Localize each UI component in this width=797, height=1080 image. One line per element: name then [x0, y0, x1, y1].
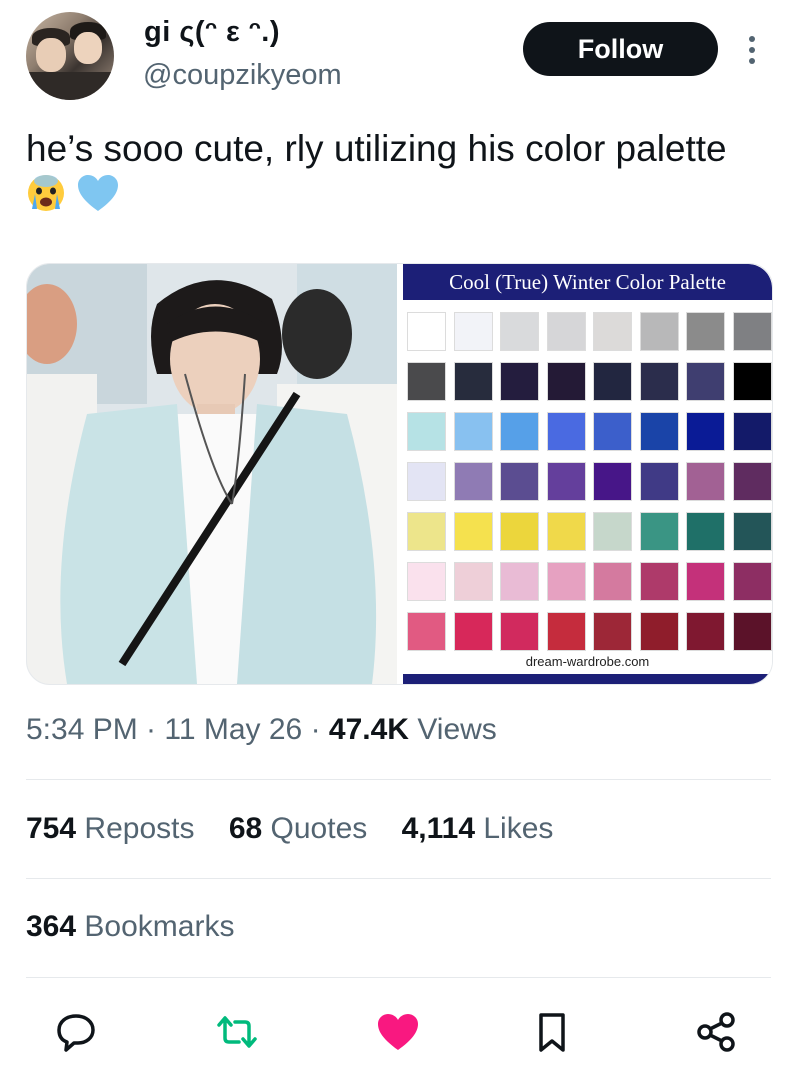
color-swatch	[453, 562, 493, 601]
palette-bottom-bar	[403, 674, 772, 684]
color-swatch	[407, 362, 446, 401]
color-swatch	[500, 612, 539, 651]
media-image[interactable]: Cool (True) Winter Color Palette dream-w…	[26, 263, 773, 685]
color-swatch	[732, 312, 772, 351]
share-icon[interactable]	[694, 1010, 738, 1054]
color-swatch	[593, 312, 632, 351]
engagement-stats: 754 Reposts 68 Quotes 4,114 Likes	[26, 812, 579, 846]
color-swatch	[732, 612, 772, 651]
more-options-icon[interactable]	[740, 32, 764, 68]
color-swatch	[546, 362, 586, 401]
color-swatch	[686, 562, 725, 601]
color-swatch	[546, 512, 586, 551]
color-swatch	[500, 462, 539, 501]
palette-title: Cool (True) Winter Color Palette	[403, 264, 772, 300]
color-swatch	[686, 462, 725, 501]
color-swatch	[686, 412, 725, 451]
color-swatch	[407, 312, 446, 351]
color-swatch	[546, 562, 586, 601]
color-swatch	[500, 312, 539, 351]
views-count: 47.4K	[328, 713, 409, 746]
color-swatch	[453, 462, 493, 501]
color-swatch	[593, 362, 632, 401]
color-swatch	[546, 412, 586, 451]
reply-icon[interactable]	[54, 1010, 98, 1054]
color-swatch	[732, 412, 772, 451]
color-swatch	[453, 612, 493, 651]
color-swatch	[639, 612, 679, 651]
color-swatch	[593, 462, 632, 501]
tweet-body: he’s sooo cute, rly utilizing his color …	[26, 128, 727, 169]
blue-heart-emoji	[76, 173, 120, 224]
divider	[26, 977, 771, 978]
color-swatch	[593, 412, 632, 451]
color-swatch	[407, 512, 446, 551]
avatar[interactable]	[26, 12, 114, 100]
color-swatch	[500, 512, 539, 551]
views-label: Views	[417, 713, 497, 746]
color-swatch	[732, 562, 772, 601]
color-palette-image: Cool (True) Winter Color Palette dream-w…	[403, 264, 772, 684]
bookmark-icon[interactable]	[530, 1010, 574, 1054]
crying-face-emoji	[26, 173, 66, 224]
user-handle[interactable]: @coupzikyeom	[143, 59, 342, 92]
color-swatch	[639, 362, 679, 401]
timestamp[interactable]: 5:34 PM · 11 May 26 ·	[26, 713, 329, 746]
color-swatch	[686, 312, 725, 351]
palette-source: dream-wardrobe.com	[525, 654, 650, 669]
color-swatch	[453, 412, 493, 451]
color-swatch	[639, 462, 679, 501]
swatch-grid	[407, 312, 772, 651]
color-swatch	[453, 312, 493, 351]
color-swatch	[407, 562, 446, 601]
color-swatch	[407, 462, 446, 501]
color-swatch	[593, 512, 632, 551]
tweet-text: he’s sooo cute, rly utilizing his color …	[26, 126, 746, 224]
tweet-meta: 5:34 PM · 11 May 26 · 47.4K Views	[26, 713, 497, 747]
color-swatch	[686, 512, 725, 551]
quotes-stat[interactable]: 68 Quotes	[229, 812, 367, 845]
likes-stat[interactable]: 4,114 Likes	[402, 812, 554, 845]
color-swatch	[639, 512, 679, 551]
color-swatch	[500, 412, 539, 451]
reposts-stat[interactable]: 754 Reposts	[26, 812, 194, 845]
repost-icon[interactable]	[215, 1010, 259, 1054]
photo	[27, 264, 397, 684]
color-swatch	[593, 612, 632, 651]
color-swatch	[593, 562, 632, 601]
color-swatch	[732, 512, 772, 551]
color-swatch	[453, 512, 493, 551]
bookmarks-stat[interactable]: 364 Bookmarks	[26, 910, 234, 944]
divider	[26, 878, 771, 879]
color-swatch	[686, 362, 725, 401]
divider	[26, 779, 771, 780]
like-icon[interactable]	[376, 1010, 420, 1054]
display-name[interactable]: gi ς(ᵔ ε ᵔ.)	[144, 16, 280, 49]
color-swatch	[500, 362, 539, 401]
color-swatch	[639, 412, 679, 451]
color-swatch	[546, 612, 586, 651]
color-swatch	[639, 312, 679, 351]
color-swatch	[639, 562, 679, 601]
color-swatch	[546, 312, 586, 351]
color-swatch	[407, 412, 446, 451]
color-swatch	[546, 462, 586, 501]
color-swatch	[732, 362, 772, 401]
color-swatch	[453, 362, 493, 401]
color-swatch	[407, 612, 446, 651]
color-swatch	[500, 562, 539, 601]
color-swatch	[686, 612, 725, 651]
color-swatch	[732, 462, 772, 501]
follow-button[interactable]: Follow	[523, 22, 718, 76]
